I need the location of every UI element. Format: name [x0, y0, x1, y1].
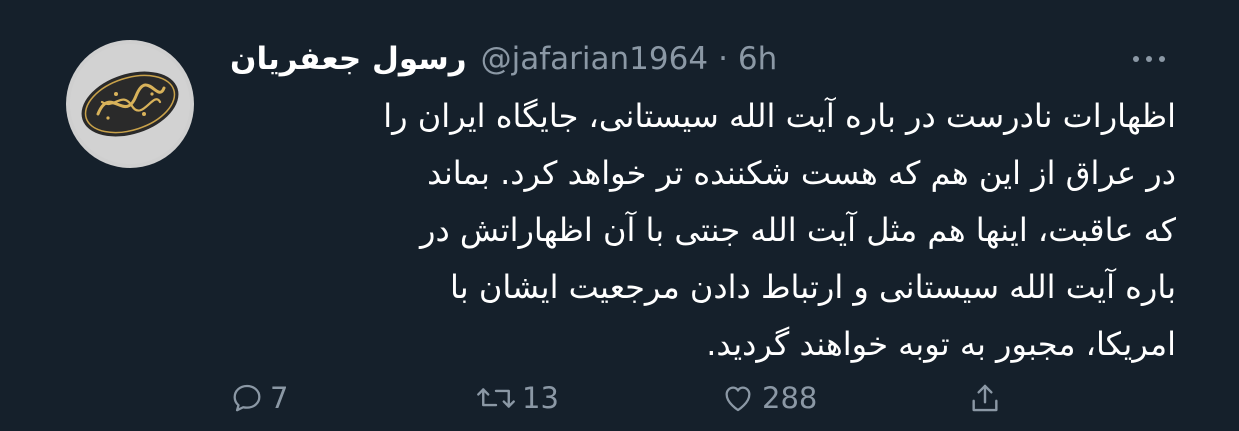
tweet-text-line: باره آیت الله سیستانی و ارتباط دادن مرجع… [450, 268, 1176, 306]
tweet-header: رسول جعفریان @jafarian1964 · 6h [230, 34, 777, 84]
retweet-icon [477, 388, 515, 408]
more-icon [1133, 56, 1165, 62]
tweet-text-line: در عراق از این هم که هست شکننده تر خواهد… [427, 154, 1176, 192]
header-separator: · [718, 41, 728, 77]
like-button[interactable]: 288 [720, 372, 817, 424]
tweet-text-line: اظهارات نادرست در باره آیت الله سیستانی،… [383, 97, 1176, 135]
tweet[interactable]: رسول جعفریان @jafarian1964 · 6h اظهارات … [0, 0, 1239, 431]
share-button[interactable] [968, 372, 1002, 424]
display-name[interactable]: رسول جعفریان [230, 41, 467, 77]
retweet-button[interactable]: 13 [476, 372, 559, 424]
user-handle[interactable]: @jafarian1964 [481, 41, 708, 77]
tweet-text-line: که عاقبت، اینها هم مثل آیت الله جنتی با … [419, 211, 1176, 249]
more-button[interactable] [1124, 42, 1174, 76]
avatar[interactable] [66, 40, 194, 168]
reply-icon [233, 384, 261, 412]
reply-button[interactable]: 7 [230, 372, 288, 424]
tweet-actions: 7 13 288 [230, 372, 1030, 424]
retweet-count: 13 [522, 381, 559, 415]
like-count: 288 [762, 381, 818, 415]
avatar-logo-icon [70, 44, 190, 164]
tweet-text-line: امریکا، مجبور به توبه خواهند گردید. [706, 325, 1176, 363]
tweet-timestamp[interactable]: 6h [738, 41, 777, 77]
heart-icon [725, 386, 751, 412]
tweet-text: اظهارات نادرست در باره آیت الله سیستانی،… [228, 88, 1176, 373]
share-icon [972, 384, 998, 412]
reply-count: 7 [270, 381, 289, 415]
